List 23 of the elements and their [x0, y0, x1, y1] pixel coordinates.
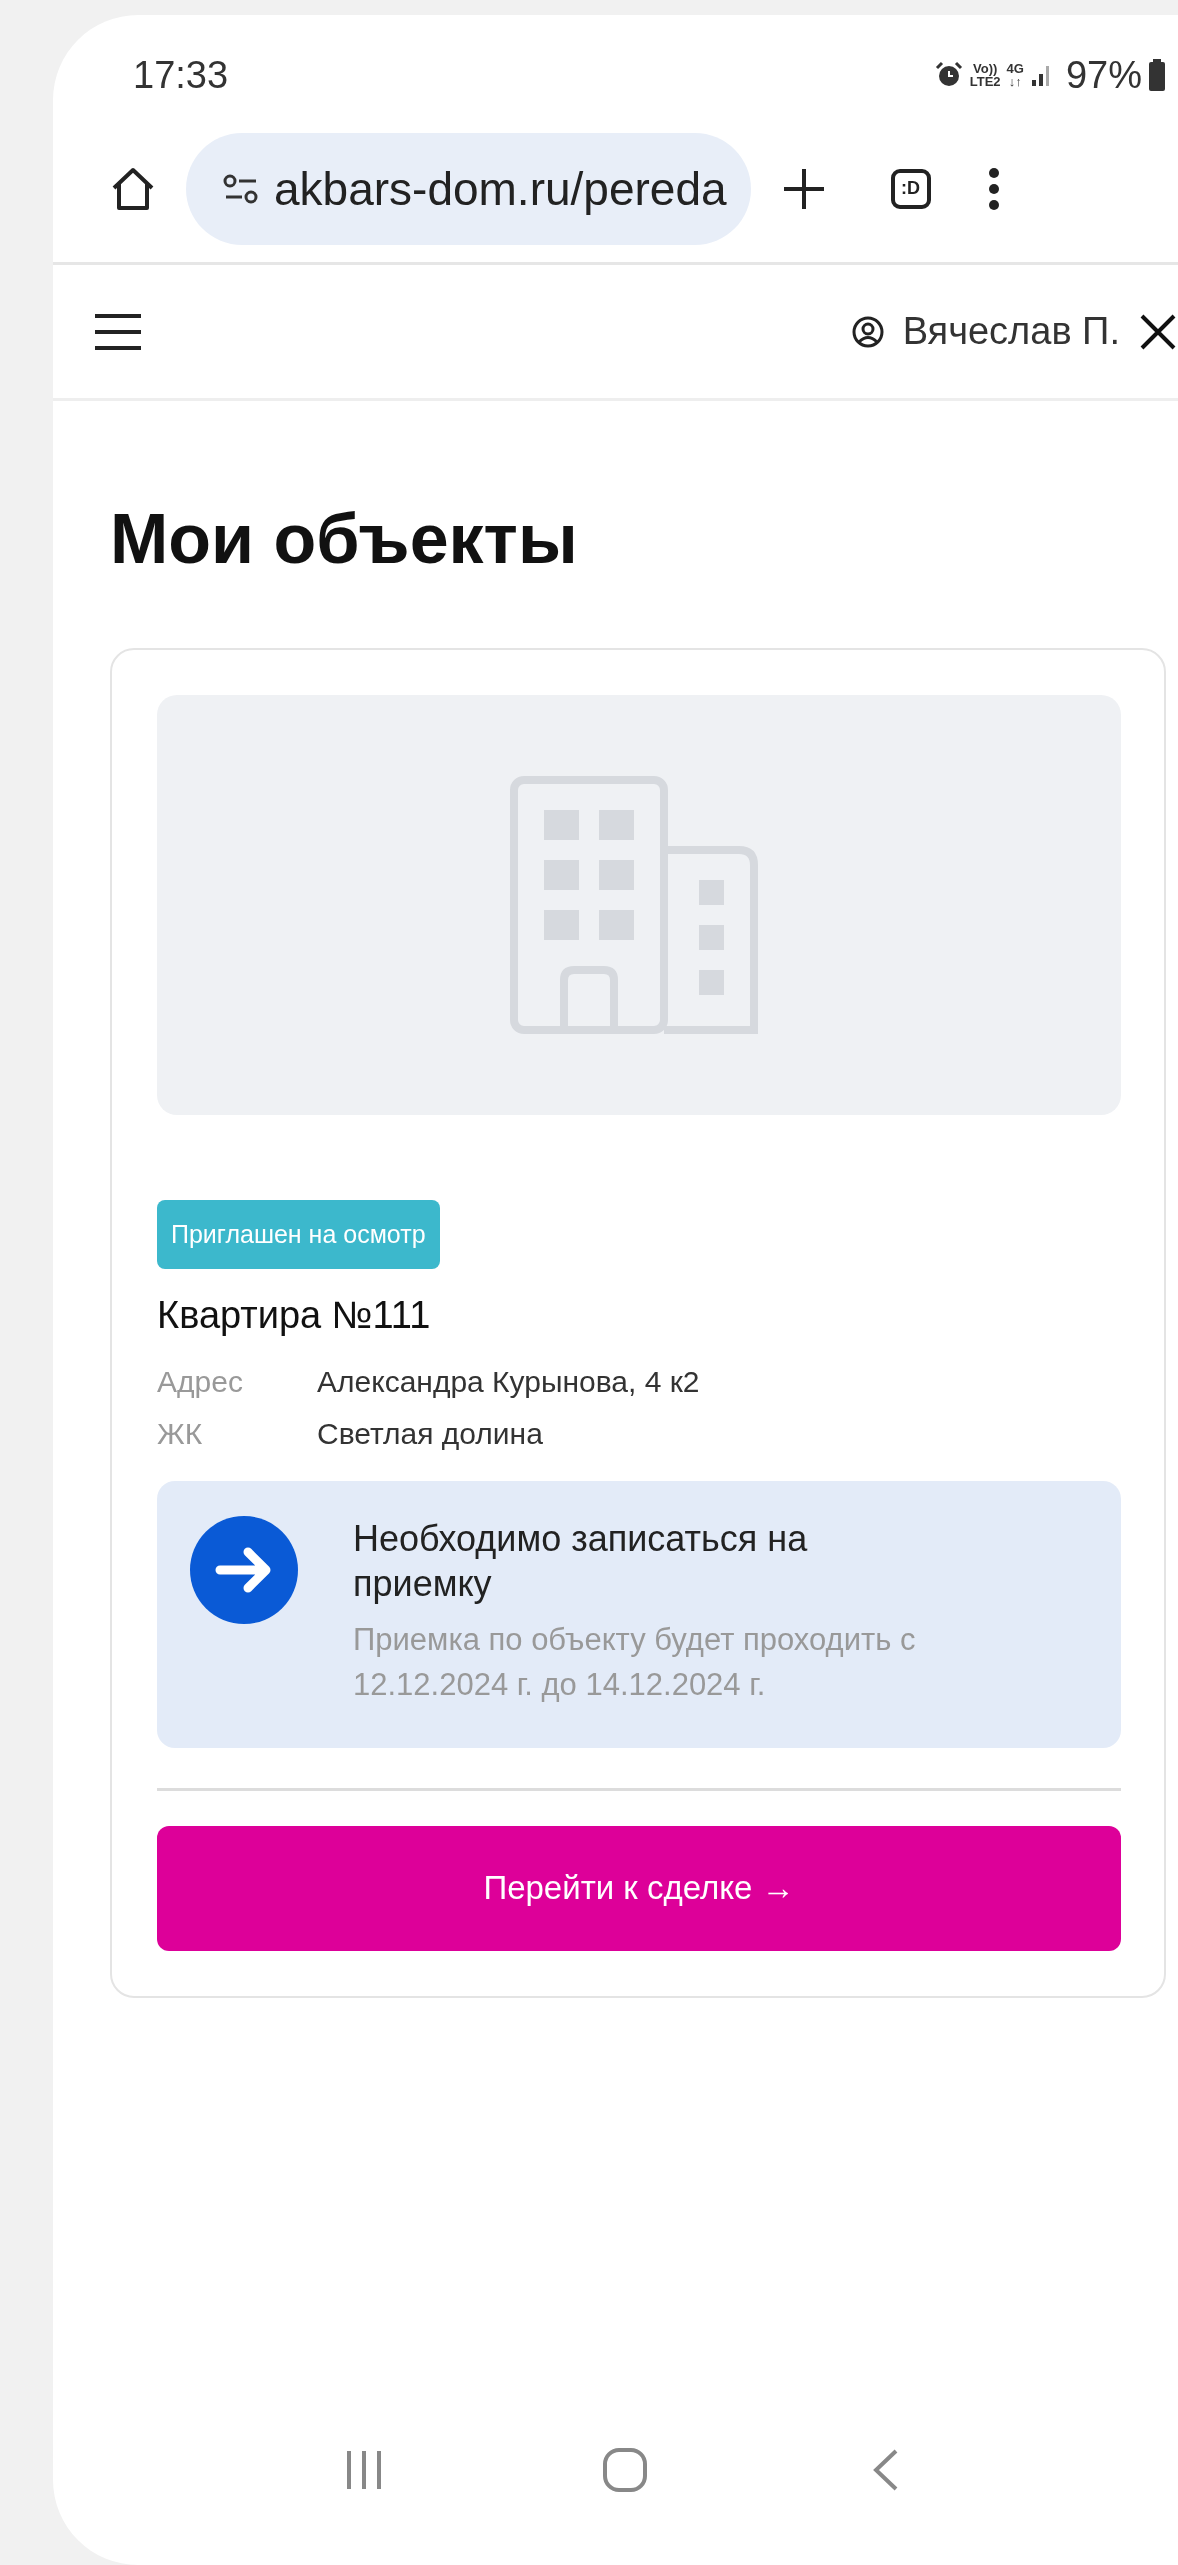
network-label: 4G ↓↑	[1006, 62, 1024, 88]
network-label: Vo)) LTE2	[969, 62, 1001, 88]
menu-icon[interactable]	[93, 311, 143, 352]
notice-title: Необходимо записаться на приемку	[353, 1517, 809, 1606]
page-title: Мои объекты	[110, 501, 579, 578]
detail-label: ЖК	[157, 1417, 204, 1451]
battery-percent: 97%	[1065, 53, 1142, 97]
detail-value: Александра Курынова, 4 к2	[317, 1365, 700, 1399]
arrow-circle-icon	[190, 1516, 298, 1624]
object-name: Квартира №111	[157, 1294, 431, 1337]
detail-label: Адрес	[157, 1365, 244, 1399]
address-bar[interactable]: akbars-dom.ru/pereda	[186, 132, 751, 245]
site-settings-icon[interactable]	[222, 172, 260, 205]
user-name[interactable]: Вячеслав П.	[902, 310, 1120, 353]
detail-value: Светлая долина	[317, 1417, 544, 1451]
tabs-button[interactable]: :D	[890, 168, 931, 209]
user-icon[interactable]	[850, 314, 885, 349]
deal-button[interactable]: Перейти к сделке →	[157, 1825, 1121, 1951]
battery-icon	[1148, 59, 1166, 91]
notice-text: Приемка по объекту будет проходить с 12.12.2024 г. до 14.12.2024 г.	[353, 1621, 917, 1704]
status-time: 17:33	[133, 53, 229, 97]
alarm-icon	[933, 61, 964, 89]
status-badge: Приглашен на осмотр	[157, 1200, 440, 1269]
